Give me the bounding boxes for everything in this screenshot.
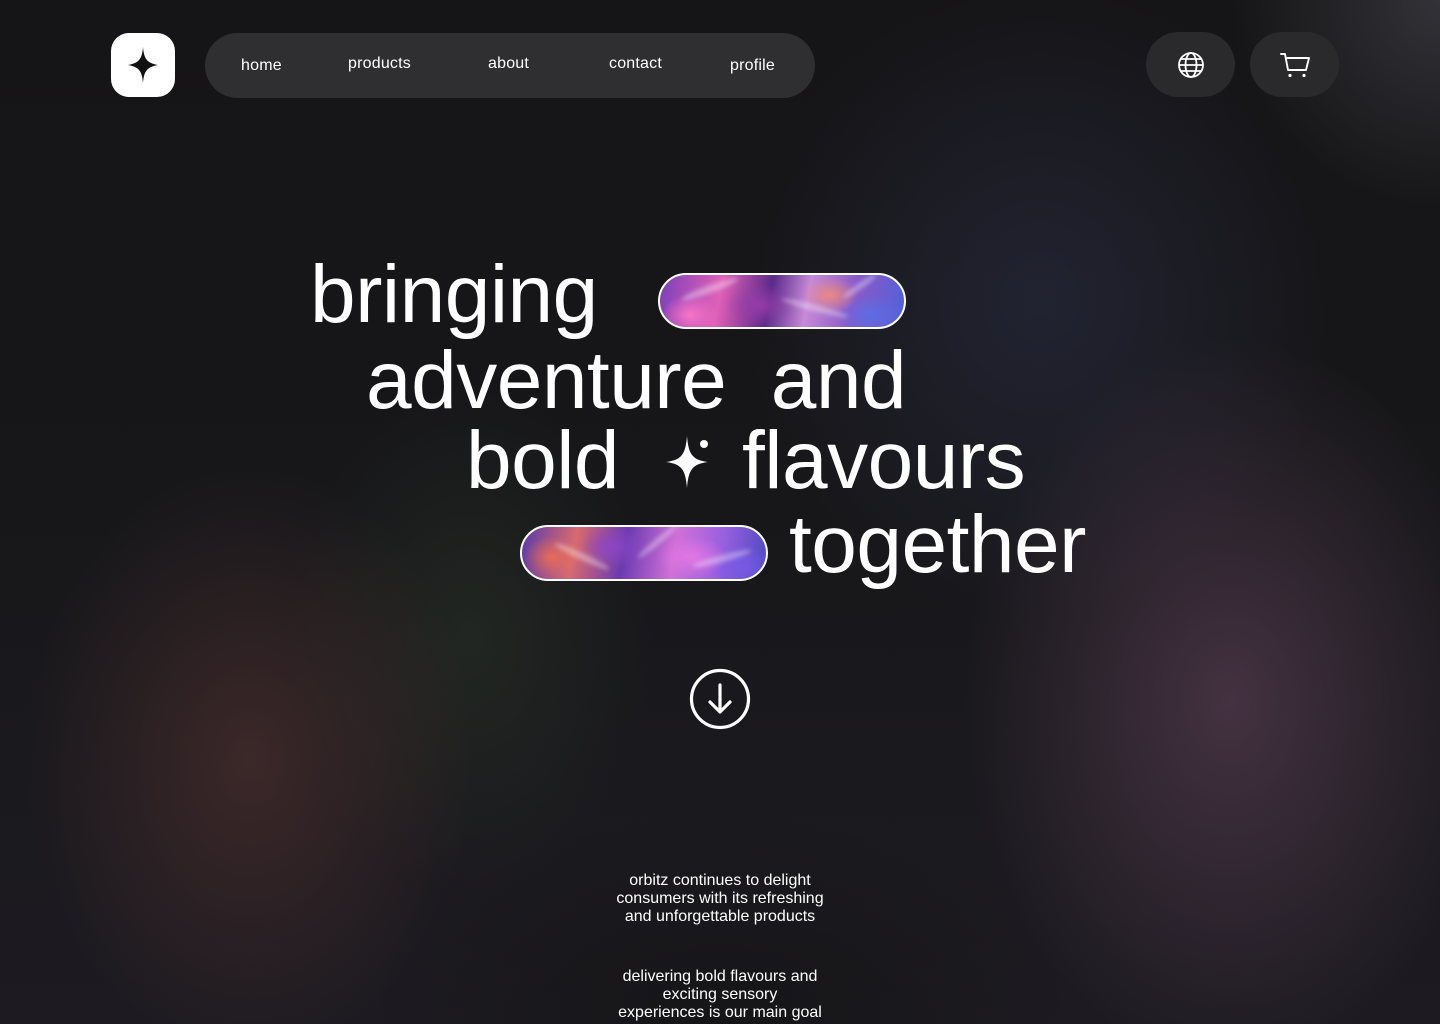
- sparkle-icon: [128, 47, 158, 83]
- nav-item-about[interactable]: about: [488, 55, 529, 73]
- brand-logo[interactable]: [111, 33, 175, 97]
- intro-paragraph-1-line: consumers with its refreshing: [616, 890, 824, 907]
- intro-paragraph-2-line: experiences is our main goal: [618, 1004, 822, 1021]
- nav-item-products[interactable]: products: [348, 55, 411, 73]
- arrow-down-circle-icon[interactable]: [689, 668, 751, 730]
- hero-line-3-right: flavours: [742, 415, 1026, 506]
- language-button[interactable]: [1146, 32, 1235, 97]
- page-background: [0, 0, 1440, 1024]
- hero-image-pill-1: [658, 273, 906, 329]
- cart-button[interactable]: [1250, 32, 1339, 97]
- intro-paragraph-1-line: orbitz continues to delight: [629, 872, 811, 889]
- intro-paragraph-2-line: delivering bold flavours and: [622, 968, 818, 985]
- hero-image-pill-2: [520, 525, 768, 581]
- hero-line-3-left: bold: [466, 415, 620, 506]
- intro-paragraph-1-line: and unforgettable products: [624, 908, 816, 925]
- main-nav: home products about contact profile: [205, 33, 815, 98]
- hero-line-2: adventure and: [366, 335, 907, 426]
- sparkle-icon: [666, 436, 708, 488]
- cart-icon: [1279, 52, 1310, 77]
- nav-item-profile[interactable]: profile: [730, 57, 775, 75]
- globe-icon: [1177, 51, 1204, 78]
- nav-item-contact[interactable]: contact: [609, 55, 662, 73]
- intro-paragraph-2-line: exciting sensory: [662, 986, 778, 1003]
- intro-paragraph-2: delivering bold flavours and exciting se…: [570, 968, 870, 1022]
- intro-paragraph-1: orbitz continues to delight consumers wi…: [570, 872, 870, 926]
- hero-line-1: bringing: [310, 249, 598, 340]
- nav-item-home[interactable]: home: [241, 57, 282, 75]
- hero-line-4: together: [789, 499, 1086, 590]
